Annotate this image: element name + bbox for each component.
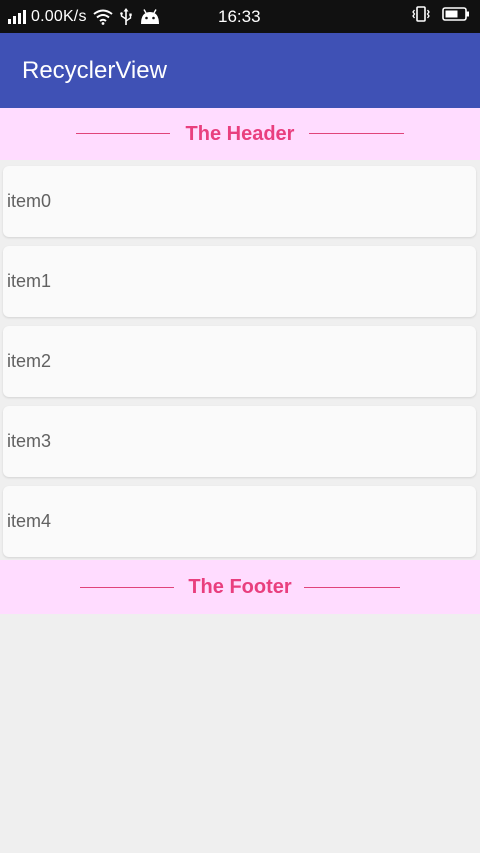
- list-item-label: item4: [7, 511, 52, 531]
- footer-right-line: [304, 587, 400, 588]
- wifi-icon: [93, 9, 113, 25]
- list-item[interactable]: item3: [3, 406, 476, 477]
- list-item[interactable]: item4: [3, 486, 476, 557]
- list-item[interactable]: item0: [3, 166, 476, 237]
- list-item-label: item1: [7, 271, 52, 291]
- list-header: The Header: [0, 108, 480, 160]
- list-item-label: item0: [7, 191, 52, 211]
- footer-title: The Footer: [188, 575, 292, 598]
- list-item-label: item2: [7, 351, 52, 371]
- android-icon: [139, 8, 161, 25]
- usb-icon: [119, 7, 133, 26]
- header-right-line: [309, 133, 404, 134]
- list-footer: The Footer: [0, 560, 480, 614]
- app-title: RecyclerView: [22, 57, 167, 84]
- header-title: The Header: [185, 122, 295, 145]
- list-item-label: item3: [7, 431, 52, 451]
- battery-icon: [442, 6, 470, 27]
- vibrate-icon: [412, 5, 430, 28]
- network-speed: 0.00K/s: [31, 7, 87, 25]
- app-bar: RecyclerView: [0, 33, 480, 108]
- list-item[interactable]: item2: [3, 326, 476, 397]
- status-right: [412, 0, 470, 33]
- status-left: 0.00K/s: [8, 0, 161, 33]
- list-item[interactable]: item1: [3, 246, 476, 317]
- status-bar: 0.00K/s 16:33: [0, 0, 480, 33]
- signal-icon: [8, 9, 26, 24]
- status-time: 16:33: [218, 7, 261, 26]
